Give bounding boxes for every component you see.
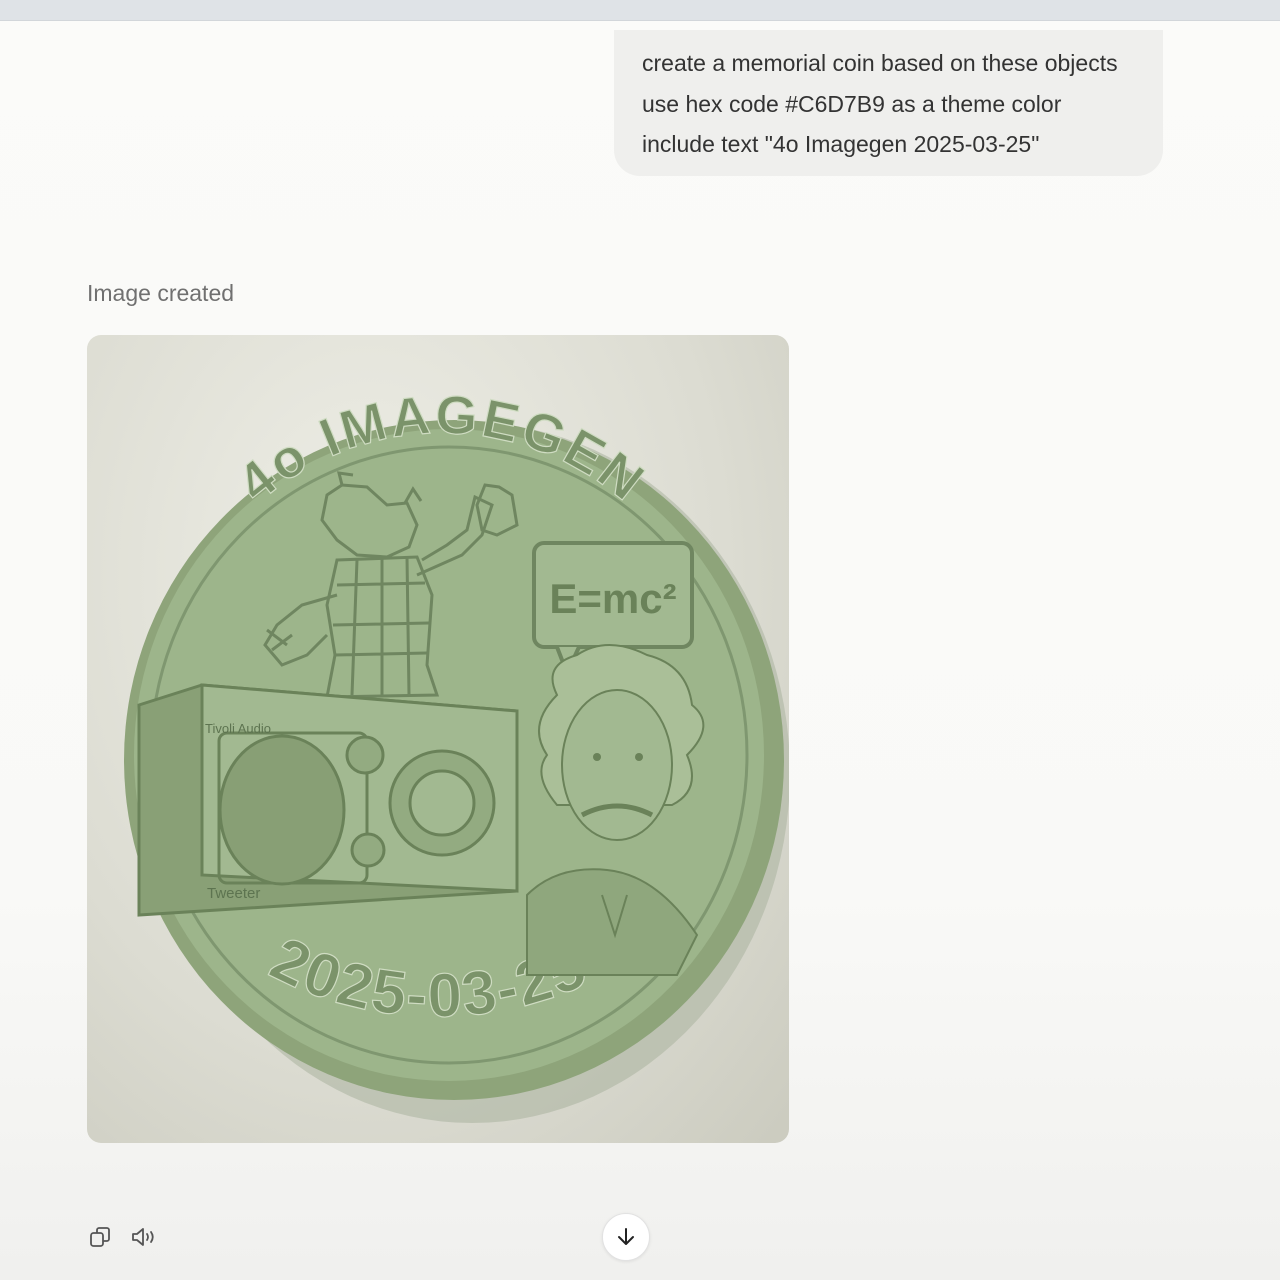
radio-knob (350, 832, 386, 868)
radio-speaker-grille (218, 734, 346, 886)
arrow-down-icon (618, 1228, 634, 1245)
radio-model-text: Tweeter (207, 885, 260, 902)
radio-brand-text: Tivoli Audio (205, 721, 271, 736)
image-created-label: Image created (87, 280, 235, 306)
radio-knob (345, 735, 385, 775)
copy-button[interactable] (86, 1223, 114, 1251)
user-message-line: use hex code #C6D7B9 as a theme color (642, 90, 1062, 117)
scroll-down-button[interactable] (602, 1213, 650, 1261)
user-message-bubble: create a memorial coin based on these ob… (614, 30, 1163, 176)
speaker-icon (132, 1228, 154, 1246)
browser-top-bar (0, 0, 1280, 21)
user-message-line: create a memorial coin based on these ob… (642, 50, 1118, 76)
user-message-line: include text "4o Imagegen 2025-03-25" (642, 131, 1040, 157)
radio: Tivoli Audio Tweeter (137, 683, 519, 917)
copy-icon (90, 1227, 110, 1247)
generated-coin-image[interactable]: 4o IMAGEGEN 2025-03-25 E=mc² (87, 335, 789, 1143)
read-aloud-button[interactable] (130, 1223, 158, 1251)
speech-bubble-text: E=mc² (549, 575, 676, 622)
